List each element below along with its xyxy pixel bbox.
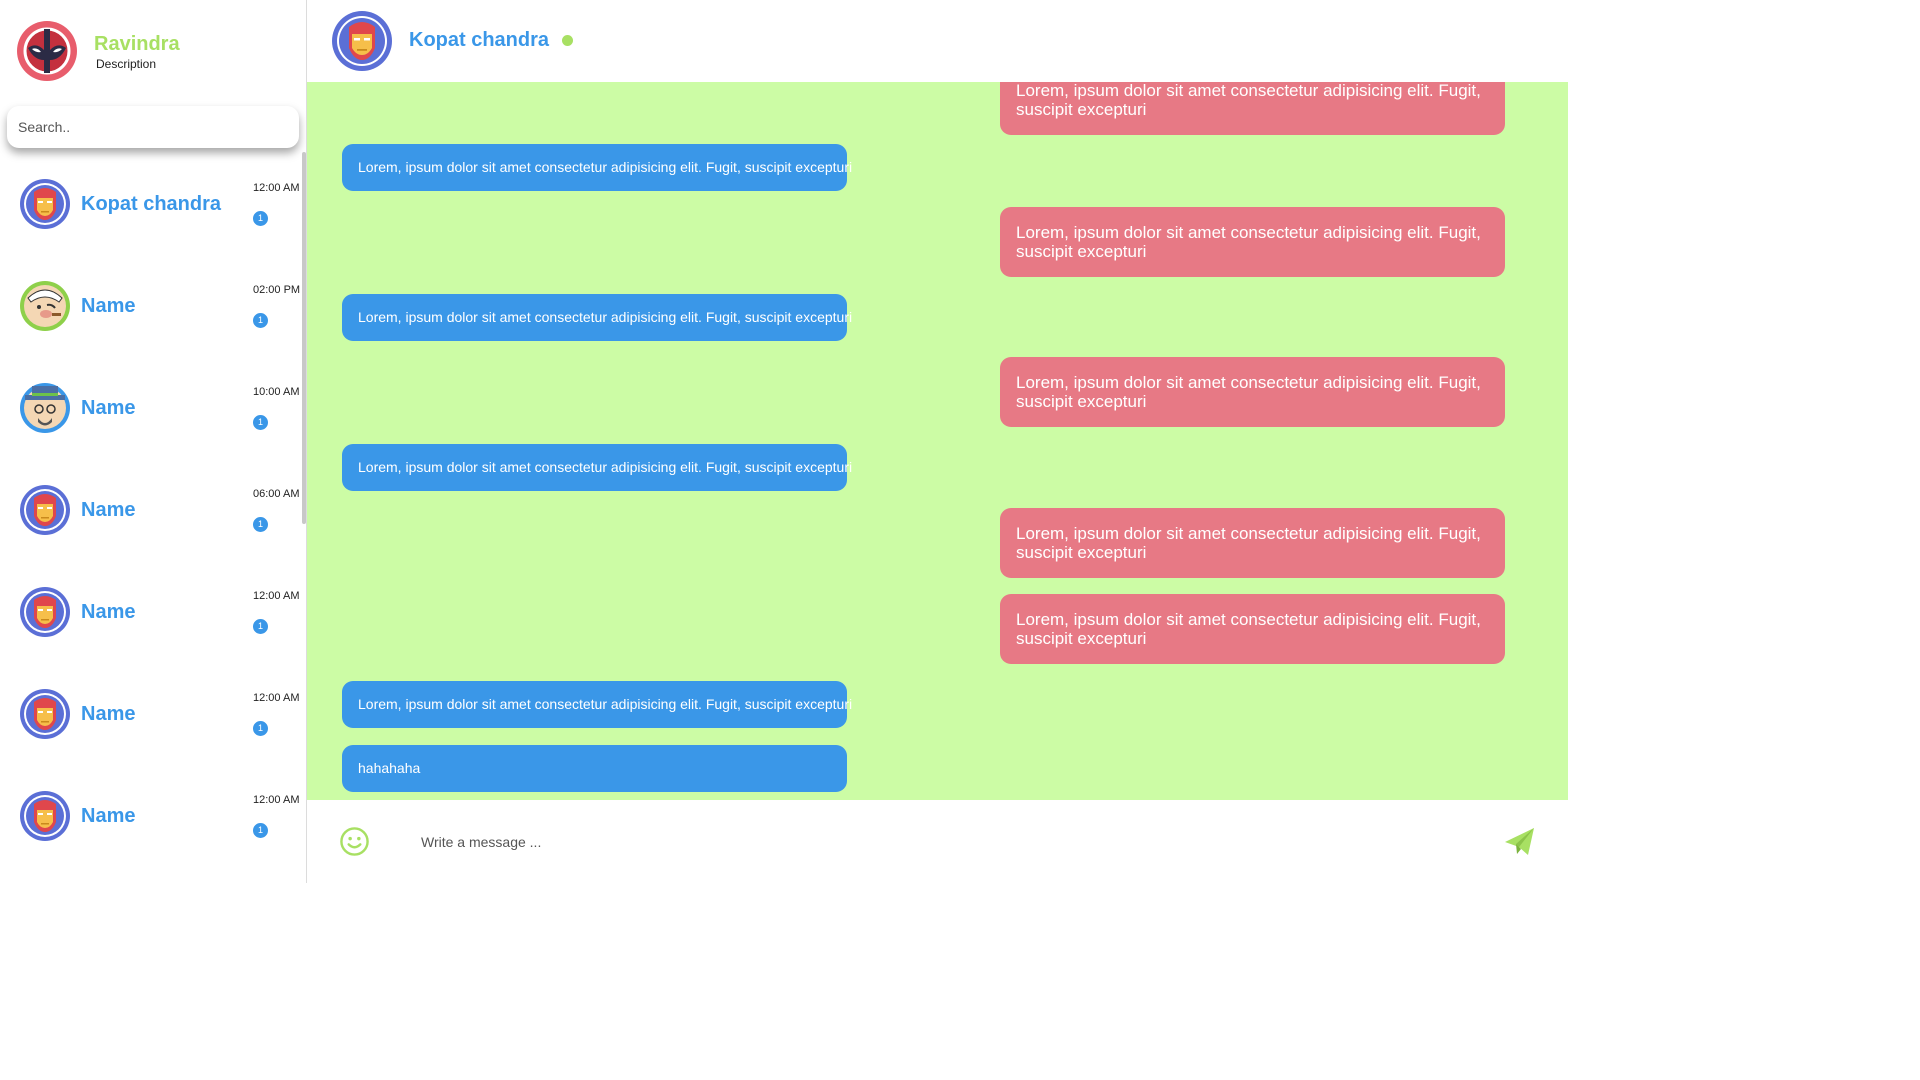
unread-badge: 1 [253,313,268,328]
contact-item[interactable]: Kopat chandra 12:00 AM 1 [0,160,302,262]
incoming-message: Lorem, ipsum dolor sit amet consectetur … [342,144,852,191]
message-input[interactable] [419,826,1483,858]
chat-header: Kopat chandra [307,0,1568,82]
unread-badge: 1 [253,211,268,226]
contact-item[interactable]: Name 10:00 AM 1 [0,364,302,466]
contact-item[interactable]: Name 02:00 PM 1 [0,262,302,364]
contact-item[interactable]: Name 12:00 AM 1 [0,772,302,874]
contact-time: 10:00 AM [253,386,300,398]
paper-plane-icon[interactable] [1503,824,1537,858]
contact-name: Name [81,397,136,419]
contact-time: 12:00 AM [253,590,300,602]
unread-badge: 1 [253,721,268,736]
contact-name: Name [81,499,136,521]
outgoing-message: Lorem, ipsum dolor sit amet consectetur … [1000,508,1505,578]
sidebar: Ravindra Description Kopat chandra 12:00… [0,0,307,883]
unread-badge: 1 [253,415,268,430]
outgoing-message: Lorem, ipsum dolor sit amet consectetur … [1000,357,1505,427]
contact-name: Name [81,805,136,827]
sidebar-scrollbar[interactable] [302,152,306,524]
contact-time: 12:00 AM [253,182,300,194]
contact-item[interactable]: Name 12:00 AM 1 [0,670,302,772]
contact-name: Name [81,295,136,317]
contact-time: 02:00 PM [253,284,301,296]
popeye-avatar-icon [20,281,70,331]
ironman-avatar-icon [20,485,70,535]
unread-badge: 1 [253,517,268,532]
search-input[interactable] [7,106,288,148]
contact-list: Kopat chandra 12:00 AM 1 Name 02:00 PM 1 [0,160,302,874]
chat-contact-name: Kopat chandra [409,29,550,51]
user-profile: Ravindra Description [16,20,296,82]
profile-name: Ravindra [94,33,180,55]
online-status-indicator [562,35,573,46]
contact-name: Kopat chandra [81,193,222,215]
heisenberg-avatar-icon [20,383,70,433]
contact-item[interactable]: Name 06:00 AM 1 [0,466,302,568]
outgoing-message: Lorem, ipsum dolor sit amet consectetur … [1000,82,1505,135]
profile-description: Description [96,57,157,71]
ironman-avatar-icon[interactable] [331,10,393,72]
outgoing-message: Lorem, ipsum dolor sit amet consectetur … [1000,207,1505,277]
smiley-icon[interactable] [339,826,370,857]
unread-badge: 1 [253,823,268,838]
incoming-message: Lorem, ipsum dolor sit amet consectetur … [342,294,852,341]
outgoing-message: Lorem, ipsum dolor sit amet consectetur … [1000,594,1505,664]
ironman-avatar-icon [20,587,70,637]
ironman-avatar-icon [20,791,70,841]
deadpool-avatar-icon[interactable] [16,20,78,82]
contact-time: 12:00 AM [253,794,300,806]
contact-name: Name [81,601,136,623]
ironman-avatar-icon [20,179,70,229]
contact-item[interactable]: Name 12:00 AM 1 [0,568,302,670]
incoming-message: hahahaha [342,745,847,792]
ironman-avatar-icon [20,689,70,739]
unread-badge: 1 [253,619,268,634]
incoming-message: Lorem, ipsum dolor sit amet consectetur … [342,681,852,728]
contact-name: Name [81,703,136,725]
message-composer [307,800,1568,883]
incoming-message: Lorem, ipsum dolor sit amet consectetur … [342,444,852,491]
search-box [7,106,299,148]
contact-time: 06:00 AM [253,488,300,500]
contact-time: 12:00 AM [253,692,300,704]
message-thread: Lorem, ipsum dolor sit amet consectetur … [307,82,1568,800]
